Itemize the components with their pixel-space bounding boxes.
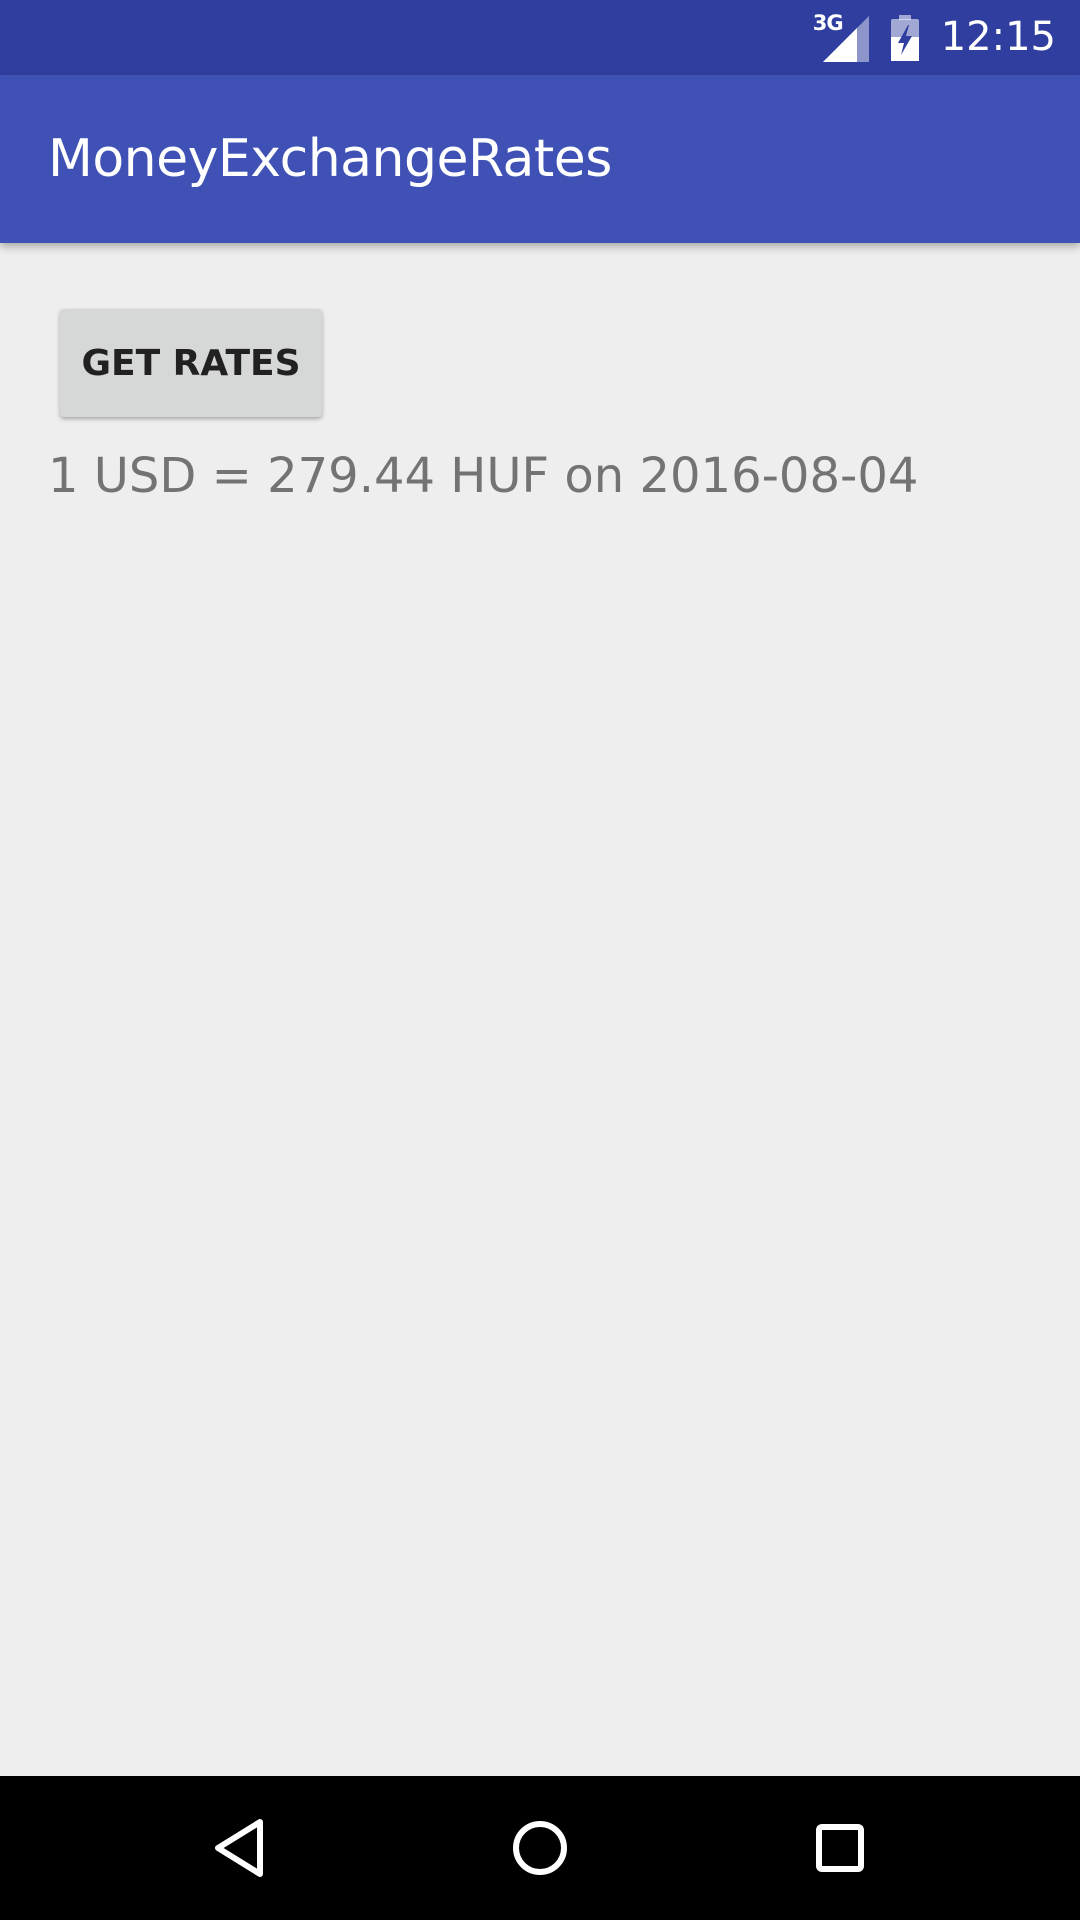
recents-icon[interactable] [804,1812,876,1884]
app-title: MoneyExchangeRates [48,129,612,189]
battery-charging-icon [889,14,921,61]
get-rates-button[interactable]: GET RATES [60,309,322,417]
main-content: GET RATES 1 USD = 279.44 HUF on 2016-08-… [0,243,1080,1776]
back-icon[interactable] [204,1812,276,1884]
app-bar: MoneyExchangeRates [0,75,1080,243]
status-bar: 3G 12:15 [0,0,1080,75]
status-icons: 3G 12:15 [813,0,1056,75]
home-icon[interactable] [504,1812,576,1884]
signal-icon: 3G [812,10,869,62]
network-type-label: 3G [812,10,844,35]
navigation-bar [0,1776,1080,1920]
status-clock: 12:15 [940,14,1056,60]
exchange-rate-text: 1 USD = 279.44 HUF on 2016-08-04 [48,448,919,504]
